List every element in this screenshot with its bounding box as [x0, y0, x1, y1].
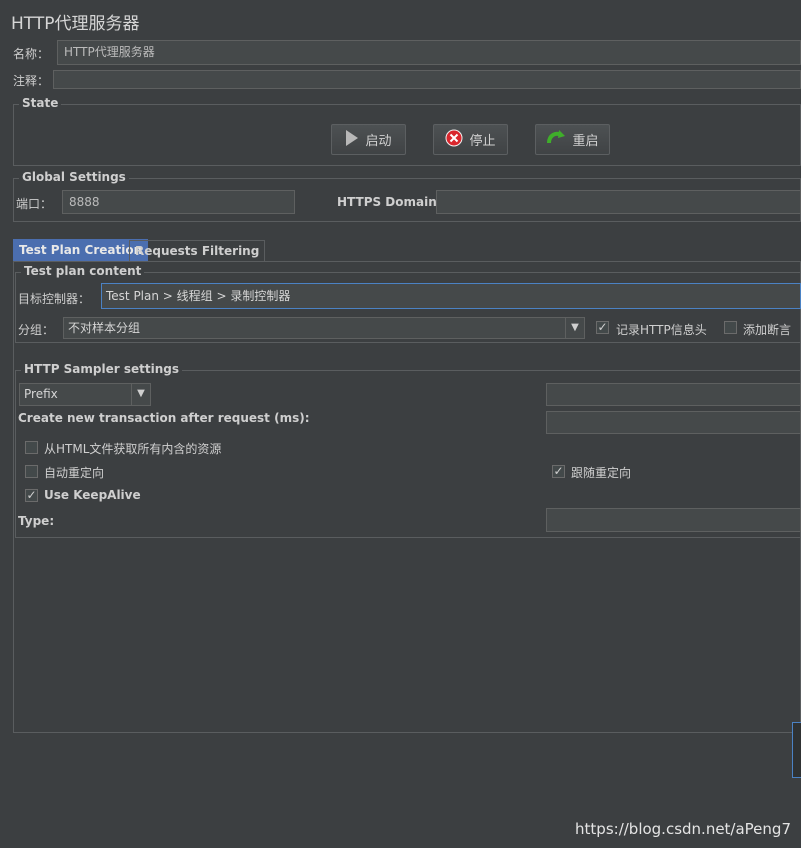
port-label: 端口： — [16, 197, 53, 211]
follow-redirect-checkbox[interactable]: ✓ — [552, 465, 565, 478]
https-domains-input[interactable] — [436, 190, 801, 214]
name-input[interactable]: HTTP代理服务器 — [57, 40, 801, 65]
type-input[interactable] — [546, 508, 801, 532]
stop-label: 停止 — [469, 134, 496, 149]
prefix-select[interactable]: Prefix ▼ — [19, 383, 151, 406]
scrollbar-handle[interactable] — [792, 722, 801, 778]
target-controller-label: 目标控制器： — [18, 292, 91, 306]
grouping-select[interactable]: 不对样本分组 ▼ — [63, 317, 585, 339]
prefix-text-input[interactable] — [546, 383, 801, 406]
http-sampler-legend: HTTP Sampler settings — [21, 362, 182, 376]
tab-test-plan-creation[interactable]: Test Plan Creation — [13, 239, 149, 261]
record-headers-label: 记录HTTP信息头 — [616, 323, 707, 337]
keepalive-label: Use KeepAlive — [44, 488, 141, 502]
stop-button[interactable]: 停止 — [433, 124, 508, 155]
state-legend: State — [19, 96, 62, 110]
chevron-down-icon: ▼ — [565, 318, 584, 338]
test-plan-content-legend: Test plan content — [21, 264, 145, 278]
chevron-down-icon: ▼ — [131, 384, 150, 405]
global-settings-legend: Global Settings — [19, 170, 129, 184]
auto-redirect-checkbox[interactable] — [25, 465, 38, 478]
add-assertion-checkbox[interactable] — [724, 321, 737, 334]
state-group: State — [13, 96, 801, 166]
grouping-label: 分组： — [18, 323, 55, 337]
page-title: HTTP代理服务器 — [11, 14, 140, 34]
restart-label: 重启 — [572, 134, 599, 149]
grouping-value: 不对样本分组 — [68, 321, 141, 335]
transaction-input[interactable] — [546, 411, 801, 434]
comment-input[interactable] — [53, 70, 801, 89]
retrieve-resources-label: 从HTML文件获取所有内含的资源 — [44, 442, 222, 456]
transaction-label: Create new transaction after request (ms… — [18, 411, 310, 425]
prefix-value: Prefix — [24, 387, 58, 401]
start-label: 启动 — [365, 134, 392, 149]
https-domains-label: HTTPS Domains: — [337, 195, 449, 209]
stop-icon — [445, 129, 463, 151]
add-assertion-label: 添加断言 — [743, 323, 792, 337]
watermark-text: https://blog.csdn.net/aPeng7 — [575, 820, 791, 838]
restart-button[interactable]: 重启 — [535, 124, 610, 155]
play-icon — [345, 129, 359, 150]
restart-icon — [546, 129, 566, 151]
target-controller-select[interactable]: Test Plan > 线程组 > 录制控制器 — [101, 283, 801, 309]
auto-redirect-label: 自动重定向 — [44, 466, 105, 480]
name-label: 名称： — [13, 47, 50, 61]
retrieve-resources-checkbox[interactable] — [25, 441, 38, 454]
keepalive-checkbox[interactable]: ✓ — [25, 489, 38, 502]
follow-redirect-label: 跟随重定向 — [571, 466, 632, 480]
record-headers-checkbox[interactable]: ✓ — [596, 321, 609, 334]
comment-label: 注释： — [13, 74, 50, 88]
type-label: Type: — [18, 514, 55, 528]
port-input[interactable]: 8888 — [62, 190, 295, 214]
start-button[interactable]: 启动 — [331, 124, 406, 155]
tab-requests-filtering[interactable]: Requests Filtering — [129, 240, 266, 262]
